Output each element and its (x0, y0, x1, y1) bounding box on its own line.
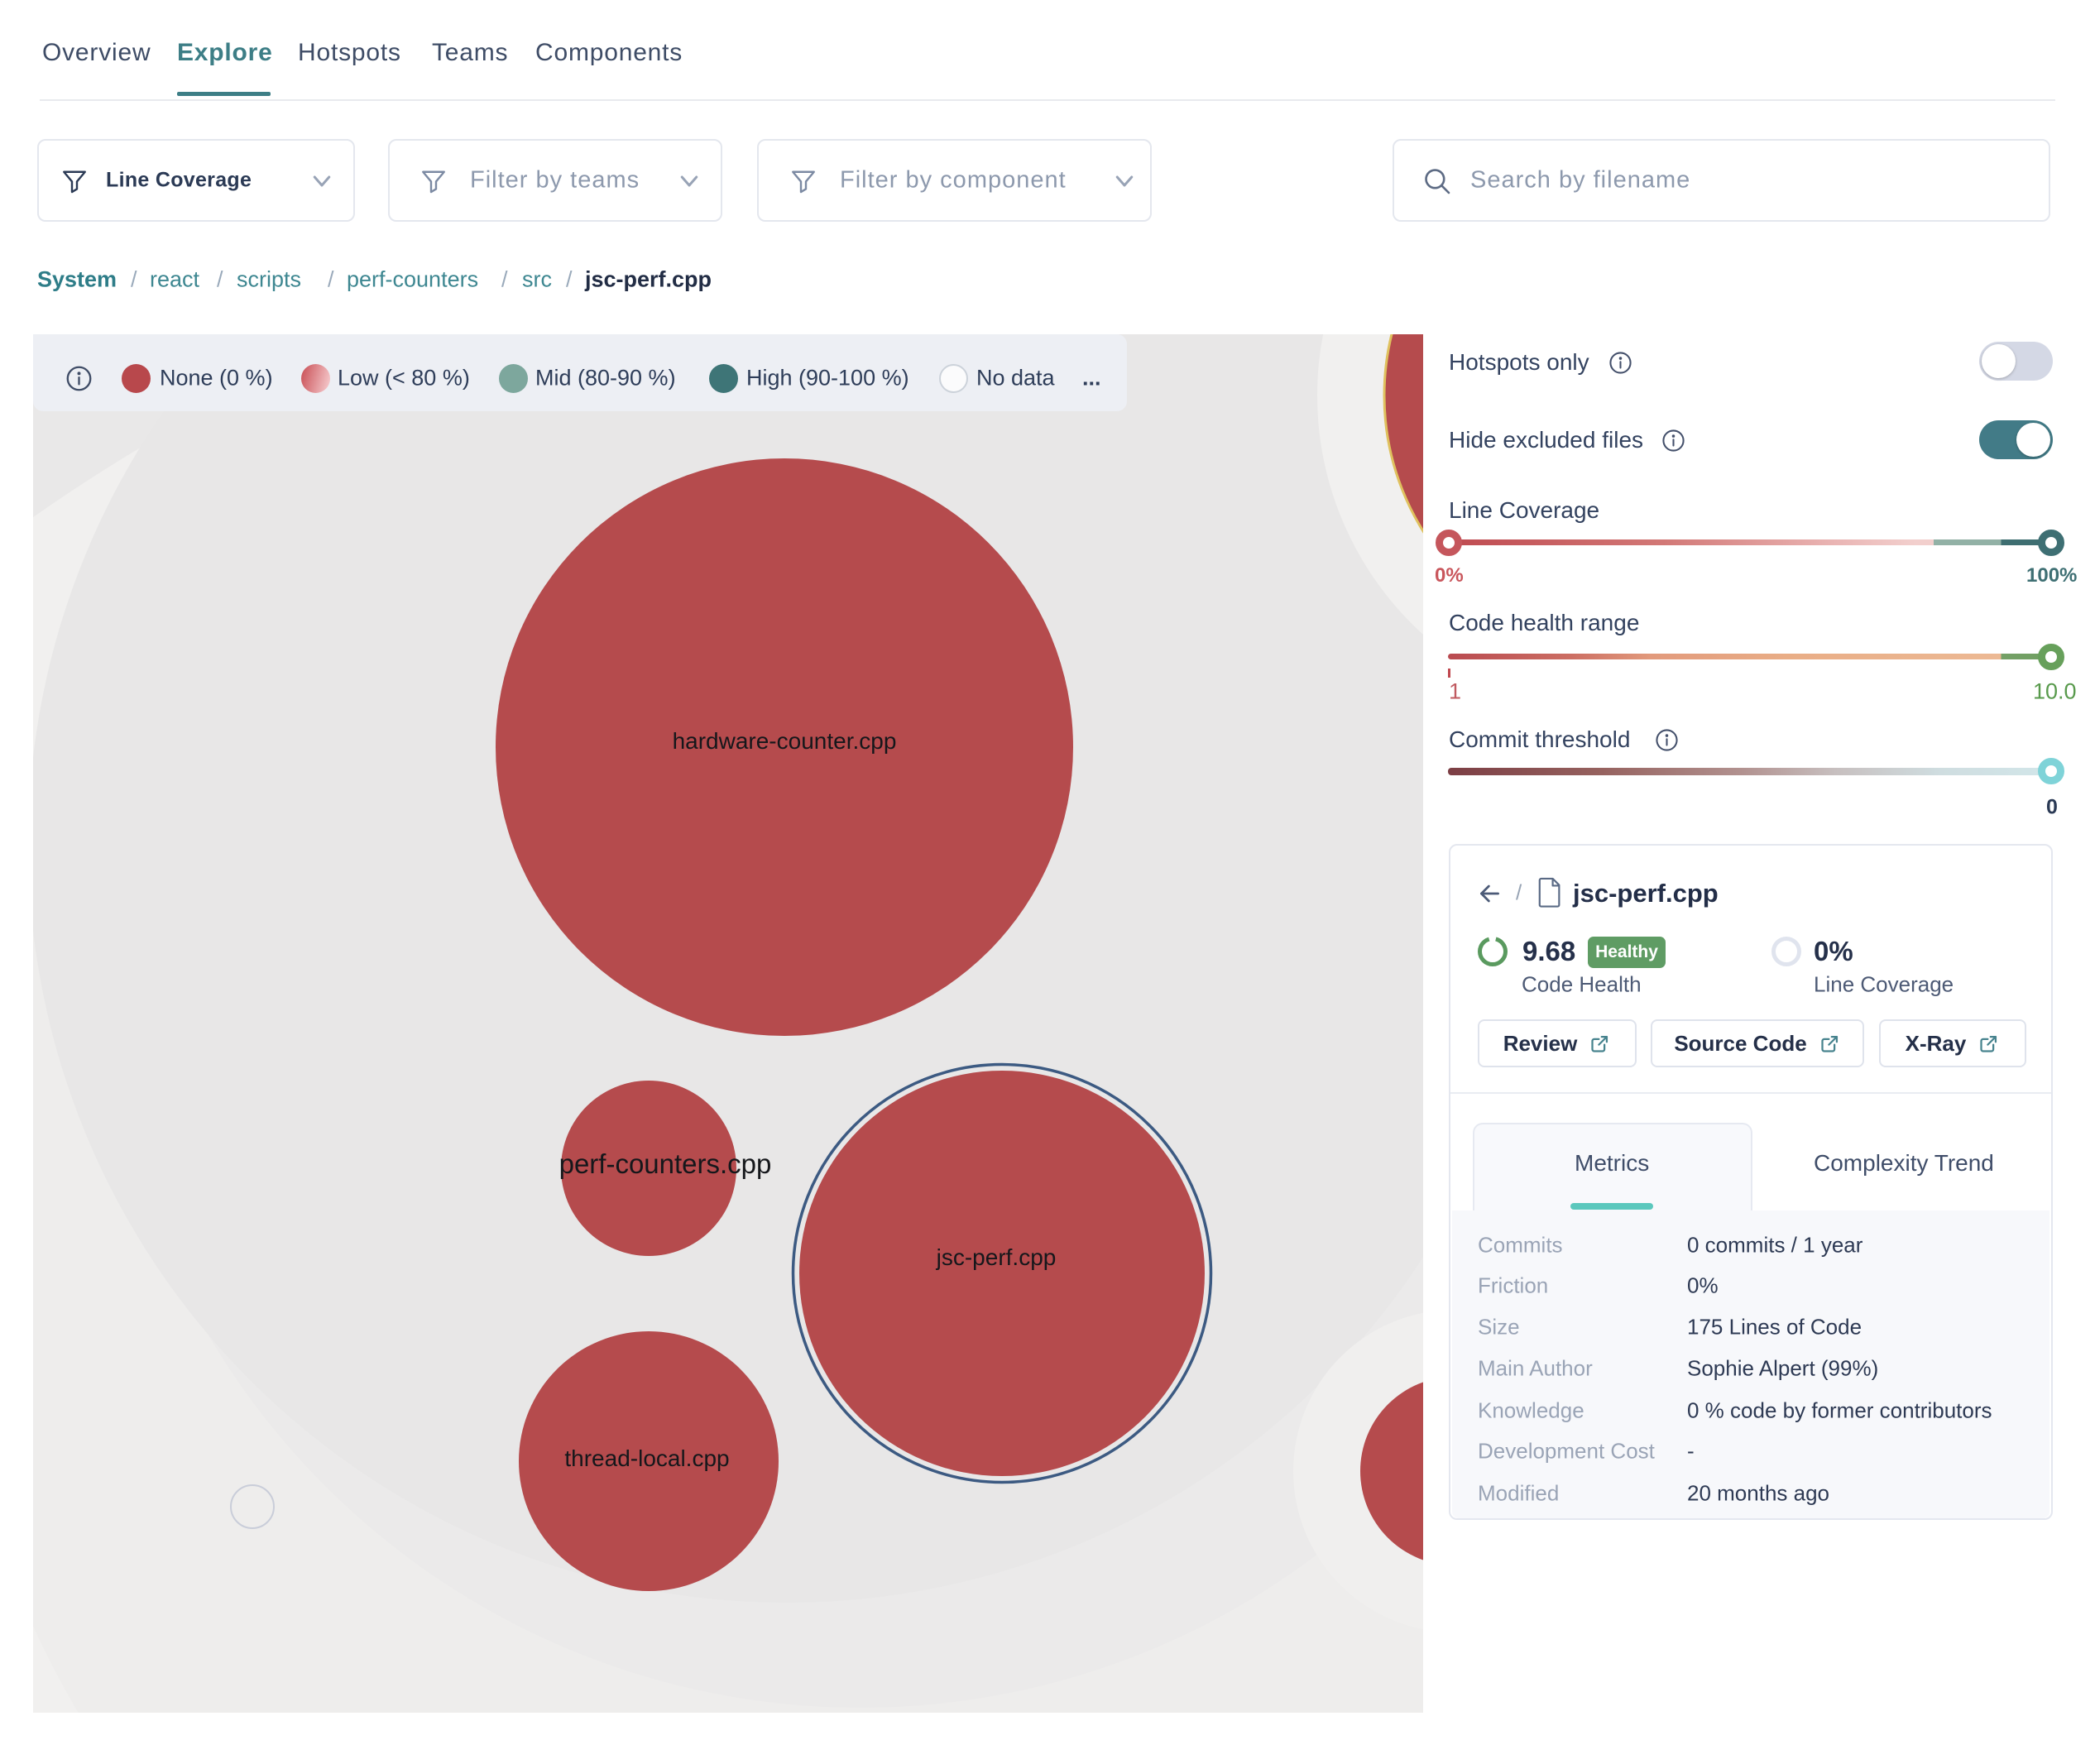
svg-text:perf-counters.cpp: perf-counters.cpp (559, 1148, 772, 1179)
svg-text:thread-local.cpp: thread-local.cpp (564, 1445, 729, 1471)
svg-text:jsc-perf.cpp: jsc-perf.cpp (936, 1244, 1057, 1270)
svg-text:hardware-counter.cpp: hardware-counter.cpp (673, 728, 897, 754)
